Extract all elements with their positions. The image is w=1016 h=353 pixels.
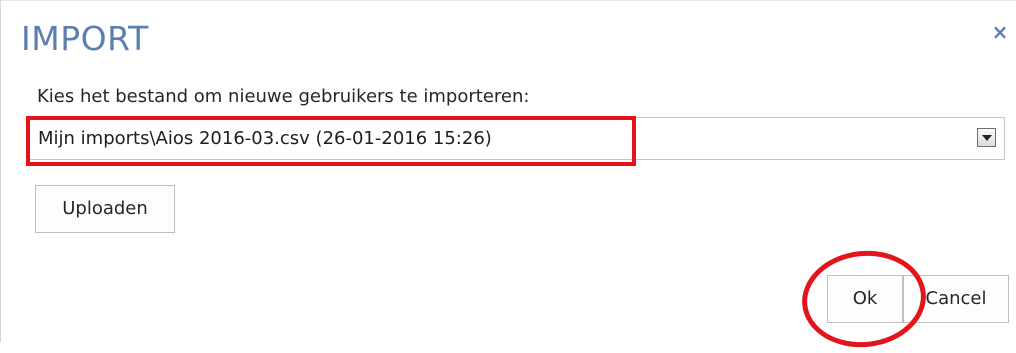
cancel-button[interactable]: Cancel — [903, 275, 1009, 323]
file-select[interactable]: Mijn imports\Aios 2016-03.csv (26-01-201… — [27, 117, 1005, 160]
import-dialog: IMPORT × Kies het bestand om nieuwe gebr… — [0, 0, 1016, 342]
dialog-top-border — [1, 0, 1016, 1]
dialog-title: IMPORT — [21, 19, 149, 58]
file-select-value: Mijn imports\Aios 2016-03.csv (26-01-201… — [38, 128, 492, 149]
file-prompt-label: Kies het bestand om nieuwe gebruikers te… — [37, 86, 530, 107]
ok-button[interactable]: Ok — [827, 275, 903, 323]
upload-button[interactable]: Uploaden — [35, 185, 175, 233]
chevron-down-icon[interactable] — [977, 128, 996, 147]
close-icon[interactable]: × — [991, 22, 1009, 42]
